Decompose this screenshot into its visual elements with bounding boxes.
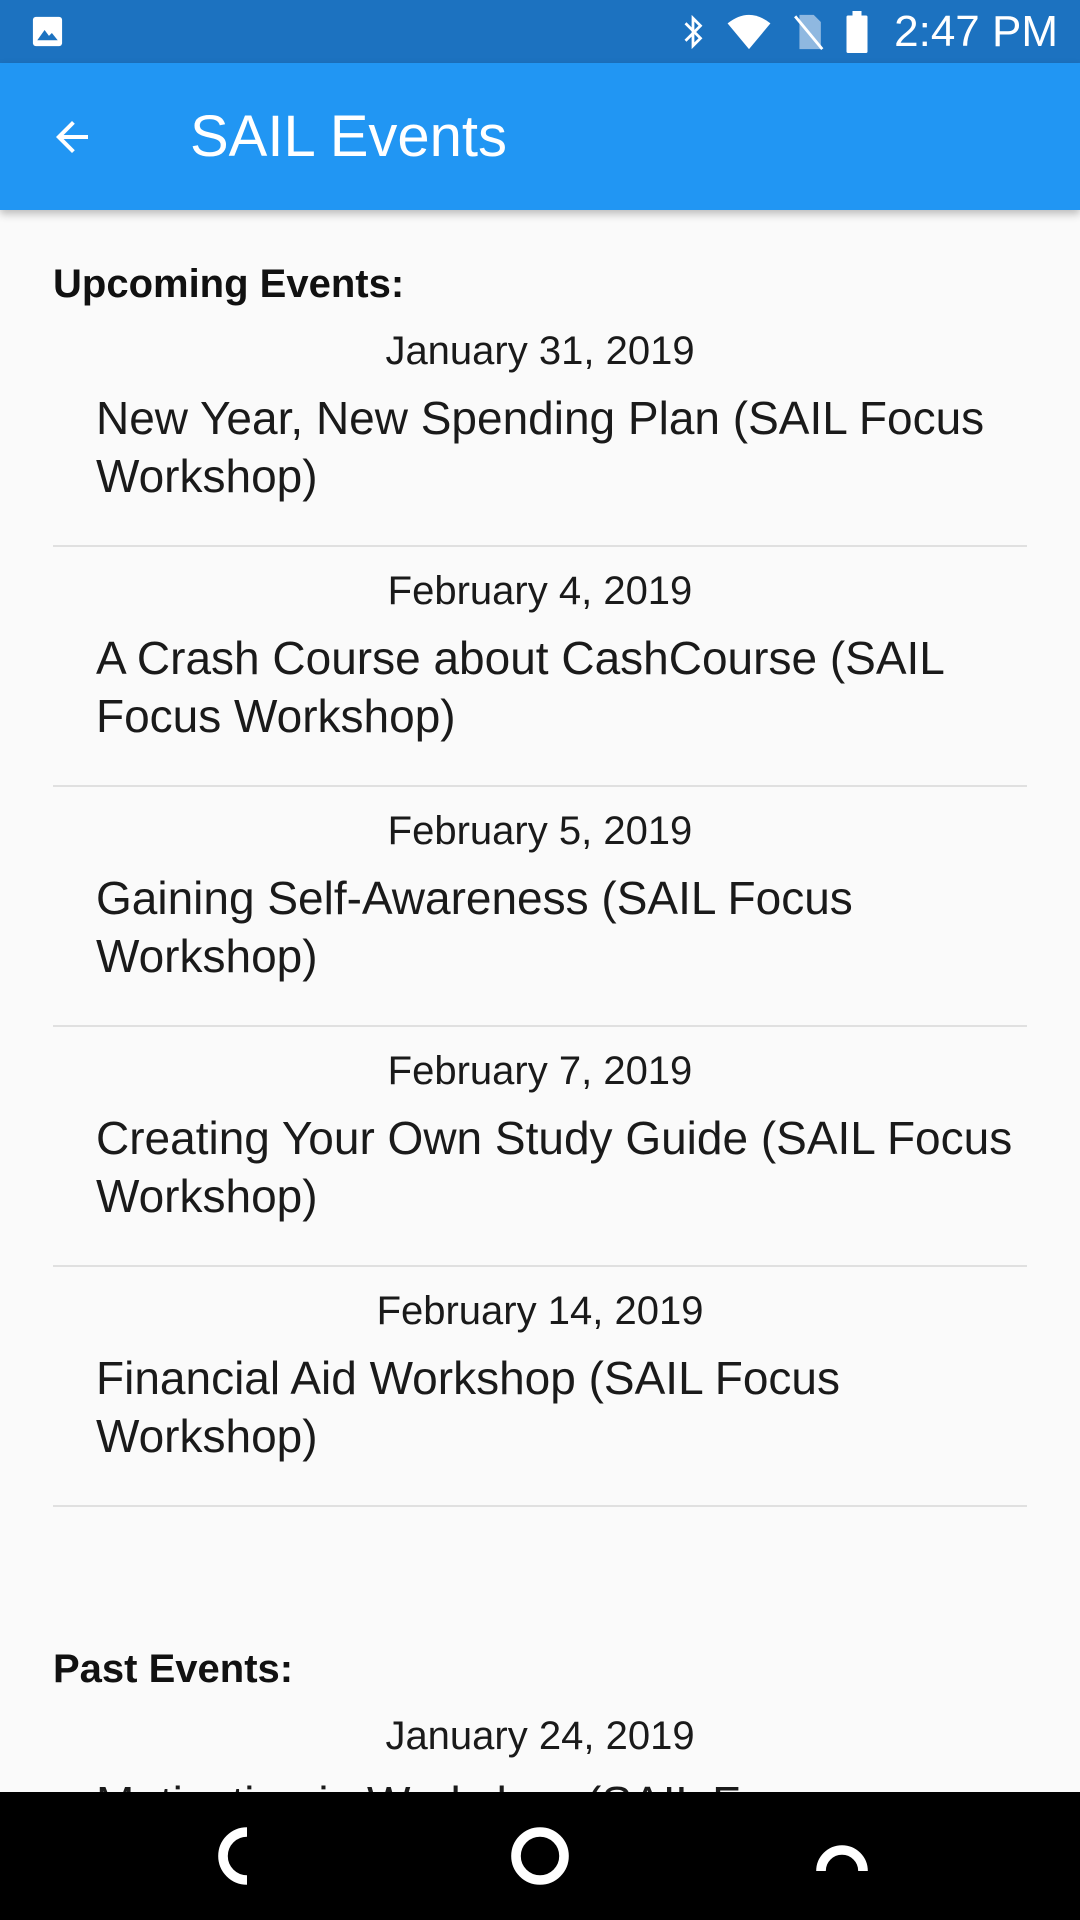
bluetooth-icon bbox=[684, 14, 703, 49]
event-date: January 31, 2019 bbox=[385, 329, 695, 373]
past-events-heading: Past Events: bbox=[53, 1647, 294, 1691]
event-item[interactable]: February 5, 2019 Gaining Self-Awareness … bbox=[53, 787, 1027, 1027]
event-item[interactable]: February 14, 2019 Financial Aid Workshop… bbox=[53, 1267, 1027, 1507]
event-item[interactable]: February 4, 2019 A Crash Course about Ca… bbox=[53, 547, 1027, 787]
event-title: Creating Your Own Study Guide (SAIL Focu… bbox=[96, 1112, 1013, 1222]
events-list[interactable]: Upcoming Events: January 31, 2019 New Ye… bbox=[0, 210, 1080, 1792]
home-nav-icon[interactable] bbox=[504, 1820, 576, 1892]
status-icons: 2:47 PM bbox=[678, 0, 1058, 63]
event-date: January 24, 2019 bbox=[385, 1714, 695, 1758]
status-bar: 2:47 PM bbox=[0, 0, 1080, 63]
event-date: February 7, 2019 bbox=[387, 1049, 693, 1093]
event-item[interactable]: January 31, 2019 New Year, New Spending … bbox=[53, 307, 1027, 547]
wifi-icon bbox=[727, 14, 771, 49]
page-title: SAIL Events bbox=[190, 104, 508, 169]
battery-icon bbox=[846, 10, 868, 53]
back-nav-icon[interactable] bbox=[202, 1820, 274, 1892]
event-title: New Year, New Spending Plan (SAIL Focus … bbox=[96, 392, 985, 502]
upcoming-events-heading: Upcoming Events: bbox=[53, 262, 405, 306]
event-title: Gaining Self-Awareness (SAIL Focus Works… bbox=[96, 872, 853, 982]
event-item[interactable]: February 7, 2019 Creating Your Own Study… bbox=[53, 1027, 1027, 1267]
event-date: February 14, 2019 bbox=[376, 1289, 704, 1333]
status-time: 2:47 PM bbox=[894, 7, 1058, 56]
image-icon bbox=[32, 16, 63, 47]
event-date: February 5, 2019 bbox=[387, 809, 693, 853]
event-title: A Crash Course about CashCourse (SAIL Fo… bbox=[96, 632, 944, 742]
event-item[interactable]: January 24, 2019 Motivation in Workshop … bbox=[53, 1692, 1027, 1792]
event-title: Financial Aid Workshop (SAIL Focus Works… bbox=[96, 1352, 840, 1462]
navigation-bar bbox=[0, 1792, 1080, 1920]
arrow-back-icon[interactable] bbox=[48, 113, 96, 161]
event-title: Motivation in Workshop (SAIL Focus Works… bbox=[96, 1774, 1027, 1792]
recents-nav-icon[interactable] bbox=[806, 1820, 878, 1892]
app-bar: SAIL Events bbox=[0, 63, 1080, 210]
event-date: February 4, 2019 bbox=[387, 569, 693, 613]
no-sim-icon bbox=[794, 14, 824, 50]
